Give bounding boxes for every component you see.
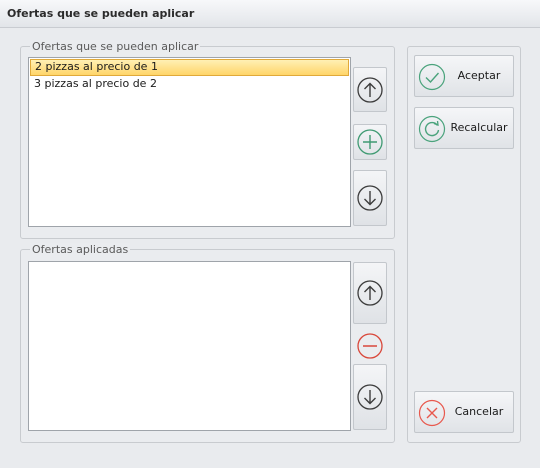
recalculate-label: Recalcular — [450, 121, 508, 134]
refresh-icon — [418, 115, 446, 143]
available-offers-list[interactable]: 2 pizzas al precio de 1 3 pizzas al prec… — [28, 57, 351, 227]
arrow-up-icon — [357, 76, 383, 103]
check-icon — [418, 63, 446, 91]
accept-button[interactable]: Aceptar — [414, 55, 514, 97]
arrow-down-icon — [357, 185, 383, 211]
remove-offer-button[interactable] — [353, 328, 387, 364]
applied-offers-list[interactable] — [28, 261, 351, 431]
applied-move-down-button[interactable] — [353, 364, 387, 430]
add-offer-button[interactable] — [353, 124, 387, 160]
cancel-button[interactable]: Cancelar — [414, 391, 514, 433]
applied-offers-legend: Ofertas aplicadas — [30, 243, 131, 256]
arrow-down-icon — [357, 384, 383, 410]
plus-icon — [357, 129, 383, 155]
list-item[interactable]: 3 pizzas al precio de 2 — [29, 76, 350, 93]
actions-panel — [407, 46, 521, 443]
available-move-down-button[interactable] — [353, 170, 387, 226]
title-bar[interactable]: Ofertas que se pueden aplicar — [0, 0, 540, 28]
available-offers-legend: Ofertas que se pueden aplicar — [30, 40, 201, 53]
minus-icon — [357, 333, 383, 359]
list-item[interactable]: 2 pizzas al precio de 1 — [30, 59, 349, 76]
available-move-up-button[interactable] — [353, 67, 387, 112]
applied-move-up-button[interactable] — [353, 262, 387, 324]
accept-label: Aceptar — [457, 69, 501, 82]
recalculate-button[interactable]: Recalcular — [414, 107, 514, 149]
x-icon — [418, 399, 446, 427]
cancel-label: Cancelar — [454, 405, 504, 418]
window-title: Ofertas que se pueden aplicar — [7, 7, 195, 20]
arrow-up-icon — [357, 280, 383, 306]
